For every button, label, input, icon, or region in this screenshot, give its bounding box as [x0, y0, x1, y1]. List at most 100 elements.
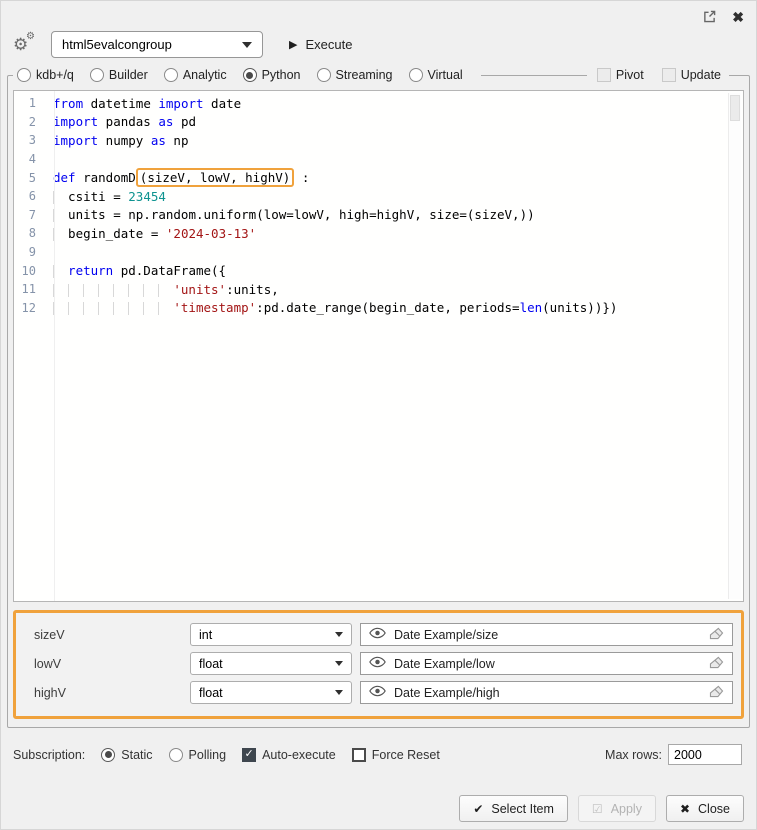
- indent-guide: [128, 284, 143, 297]
- param-binding-field[interactable]: Date Example/size: [360, 623, 733, 646]
- code-token: numpy: [98, 133, 151, 148]
- max-rows-label: Max rows:: [605, 748, 662, 762]
- subscription-row: Subscription: Static Polling ✓ Auto-exec…: [13, 744, 742, 765]
- eraser-icon[interactable]: [709, 685, 724, 701]
- param-type-select[interactable]: int: [190, 623, 352, 646]
- window-controls: ✖: [703, 9, 744, 26]
- chevron-down-icon: [242, 42, 252, 48]
- param-type-select[interactable]: float: [190, 652, 352, 675]
- line-number: 1: [14, 96, 46, 110]
- indent-guide: [53, 284, 68, 297]
- select-item-button[interactable]: ✔ Select Item: [459, 795, 568, 822]
- expand-icon[interactable]: [703, 10, 716, 26]
- param-name: lowV: [24, 657, 182, 671]
- code-token: '2024-03-13': [166, 226, 256, 241]
- indent-guide: [158, 302, 173, 315]
- line-number: 8: [14, 226, 46, 240]
- code-token: pd: [173, 114, 196, 129]
- code-token: len: [520, 300, 543, 315]
- code-token: from: [53, 96, 83, 111]
- code-token: units = np.random.uniform(low=lowV, high…: [68, 207, 535, 222]
- toolbar: ⚙⚙ html5evalcongroup ▶ Execute: [13, 31, 746, 58]
- close-button[interactable]: ✖ Close: [666, 795, 744, 822]
- mode-radio-kdb[interactable]: kdb+/q: [17, 68, 74, 82]
- param-name: sizeV: [24, 628, 182, 642]
- code-text: return pd.DataFrame({: [46, 263, 226, 278]
- eraser-icon[interactable]: [709, 656, 724, 672]
- polling-radio[interactable]: Polling: [169, 748, 227, 762]
- update-checkbox[interactable]: Update: [662, 68, 721, 82]
- param-binding-field[interactable]: Date Example/low: [360, 652, 733, 675]
- code-text: 'timestamp':pd.date_range(begin_date, pe…: [46, 300, 617, 315]
- mode-radio-python[interactable]: Python: [243, 68, 301, 82]
- code-token: :units,: [226, 282, 279, 297]
- code-editor[interactable]: 1from datetime import date2import pandas…: [13, 90, 744, 602]
- eye-icon[interactable]: [369, 656, 386, 671]
- line-number: 7: [14, 208, 46, 222]
- radio-selected-icon: [101, 748, 115, 762]
- param-binding-field[interactable]: Date Example/high: [360, 681, 733, 704]
- force-reset-checkbox[interactable]: Force Reset: [352, 748, 440, 762]
- mode-radio-streaming[interactable]: Streaming: [317, 68, 393, 82]
- connection-select-value: html5evalcongroup: [62, 37, 172, 52]
- code-lines: 1from datetime import date2import pandas…: [14, 94, 743, 317]
- indent-guide: [98, 302, 113, 315]
- binding-path: Date Example/low: [394, 657, 701, 671]
- mode-radio-virtual[interactable]: Virtual: [409, 68, 463, 82]
- close-icon[interactable]: ✖: [732, 9, 744, 26]
- binding-path: Date Example/size: [394, 628, 701, 642]
- code-token: :: [294, 170, 309, 185]
- param-type-select[interactable]: float: [190, 681, 352, 704]
- code-token: (units))}): [542, 300, 617, 315]
- code-line: 12'timestamp':pd.date_range(begin_date, …: [14, 299, 743, 318]
- code-token: return: [68, 263, 113, 278]
- indent-guide: [83, 284, 98, 297]
- code-line: 4: [14, 150, 743, 169]
- indent-guide: [53, 191, 68, 204]
- code-text: import pandas as pd: [46, 114, 196, 129]
- static-radio[interactable]: Static: [101, 748, 152, 762]
- code-token: as: [158, 114, 173, 129]
- scrollbar-thumb[interactable]: [730, 95, 740, 121]
- editor-scrollbar[interactable]: [728, 93, 741, 599]
- pivot-checkbox[interactable]: Pivot: [597, 68, 644, 82]
- indent-guide: [53, 265, 68, 278]
- parameter-bindings-panel: sizeV int Date Example/size lowV: [13, 610, 744, 719]
- apply-button[interactable]: ☑ Apply: [578, 795, 656, 822]
- x-icon: ✖: [680, 802, 690, 816]
- connection-select[interactable]: html5evalcongroup: [51, 31, 263, 58]
- code-text: begin_date = '2024-03-13': [46, 226, 256, 241]
- code-token: import: [158, 96, 203, 111]
- code-text: import numpy as np: [46, 133, 188, 148]
- query-group: kdb+/q Builder Analytic Python Streaming…: [7, 68, 750, 728]
- eye-icon[interactable]: [369, 627, 386, 642]
- indent-guide: [68, 302, 83, 315]
- indent-guide: [113, 284, 128, 297]
- chevron-down-icon: [335, 690, 343, 695]
- indent-guide: [98, 284, 113, 297]
- radio-icon: [317, 68, 331, 82]
- max-rows-input[interactable]: [668, 744, 742, 765]
- mode-radio-analytic[interactable]: Analytic: [164, 68, 227, 82]
- indent-guide: [158, 284, 173, 297]
- mode-radio-builder[interactable]: Builder: [90, 68, 148, 82]
- code-token: pandas: [98, 114, 158, 129]
- radio-icon: [90, 68, 104, 82]
- code-token: import: [53, 133, 98, 148]
- radio-icon: [164, 68, 178, 82]
- auto-execute-checkbox[interactable]: ✓ Auto-execute: [242, 748, 336, 762]
- code-line: 3import numpy as np: [14, 131, 743, 150]
- line-number: 9: [14, 245, 46, 259]
- execute-button[interactable]: ▶ Execute: [289, 37, 352, 52]
- checkbox-icon: [597, 68, 611, 82]
- code-token: np: [166, 133, 189, 148]
- code-token: datetime: [83, 96, 158, 111]
- radio-icon: [169, 748, 183, 762]
- code-line: 1from datetime import date: [14, 94, 743, 113]
- code-token: begin_date =: [68, 226, 166, 241]
- divider-line: [481, 75, 587, 76]
- code-text: from datetime import date: [46, 96, 241, 111]
- eraser-icon[interactable]: [709, 627, 724, 643]
- settings-gears-icon[interactable]: ⚙⚙: [13, 35, 37, 55]
- eye-icon[interactable]: [369, 685, 386, 700]
